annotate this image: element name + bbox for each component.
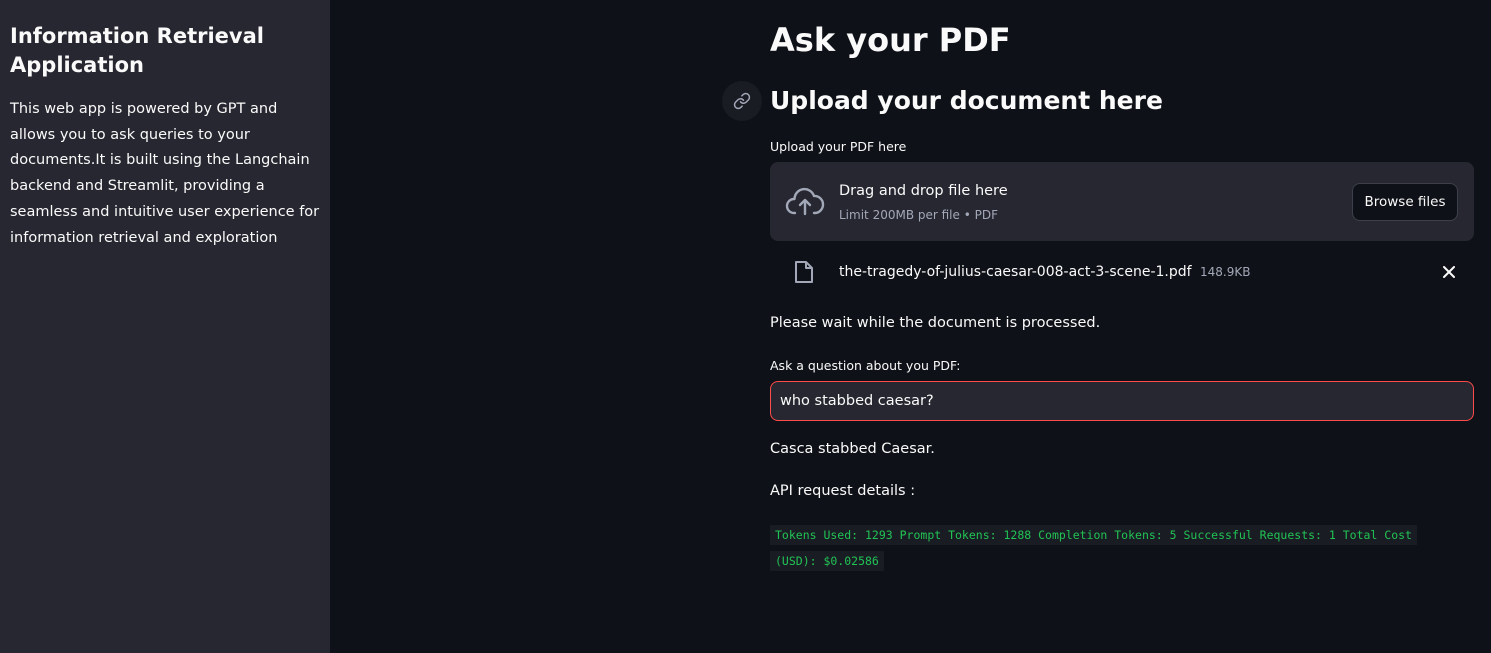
status-message: Please wait while the document is proces…	[770, 315, 1101, 331]
upload-label: Upload your PDF here	[770, 139, 907, 154]
dropzone-limit: Limit 200MB per file • PDF	[839, 208, 998, 222]
file-name-wrapper: the-tragedy-of-julius-caesar-008-act-3-s…	[839, 262, 1250, 282]
sidebar-title: Information Retrieval Application	[10, 24, 264, 77]
file-size: 148.9KB	[1200, 265, 1251, 279]
question-input[interactable]	[770, 381, 1474, 421]
section-title: Upload your document here	[770, 86, 1163, 115]
answer-text: Casca stabbed Caesar.	[770, 441, 935, 457]
sidebar-description: This web app is powered by GPT and allow…	[10, 101, 320, 246]
browse-files-button[interactable]: Browse files	[1352, 183, 1458, 221]
api-details-label: API request details :	[770, 483, 916, 499]
file-icon	[793, 260, 815, 288]
file-dropzone[interactable]: Drag and drop file here Limit 200MB per …	[770, 162, 1474, 241]
app: Information Retrieval Application This w…	[0, 0, 1491, 653]
sidebar: Information Retrieval Application This w…	[0, 0, 330, 653]
link-icon[interactable]	[722, 81, 762, 121]
question-label: Ask a question about you PDF:	[770, 358, 961, 373]
cloud-upload-icon	[785, 186, 825, 222]
api-details-text: Tokens Used: 1293 Prompt Tokens: 1288 Co…	[770, 525, 1417, 571]
uploaded-file-row: the-tragedy-of-julius-caesar-008-act-3-s…	[770, 252, 1474, 292]
dropzone-title: Drag and drop file here	[839, 183, 1008, 199]
api-details-code: Tokens Used: 1293 Prompt Tokens: 1288 Co…	[770, 522, 1450, 574]
file-name: the-tragedy-of-julius-caesar-008-act-3-s…	[839, 264, 1192, 280]
page-title: Ask your PDF	[770, 21, 1011, 59]
close-icon[interactable]	[1440, 263, 1458, 281]
